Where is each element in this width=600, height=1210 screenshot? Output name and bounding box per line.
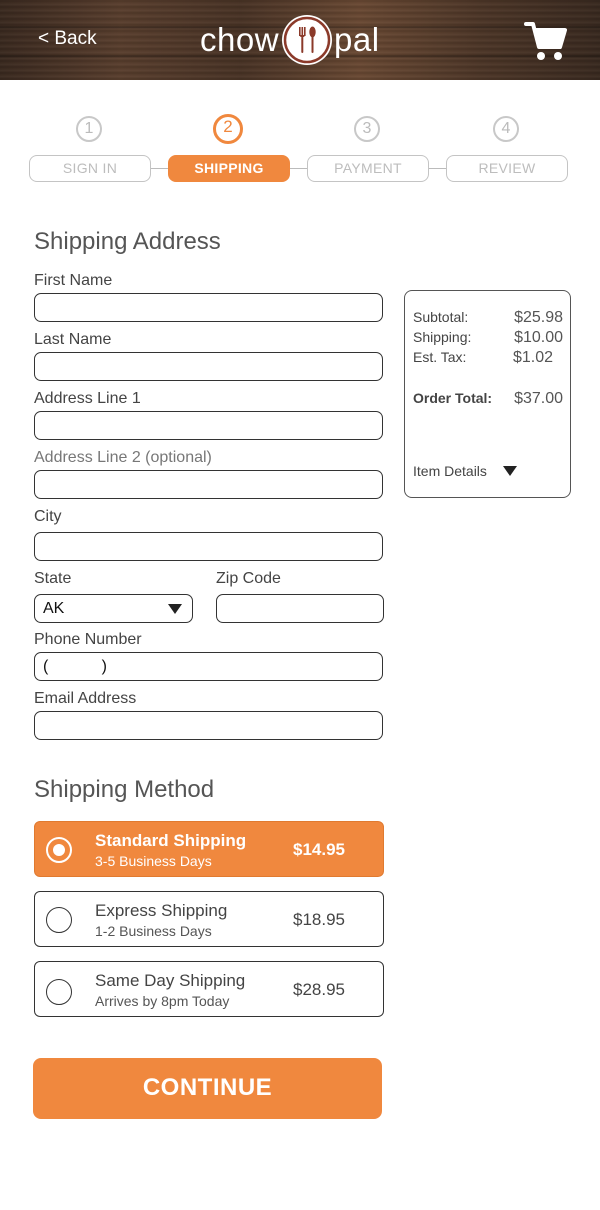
tax-label: Est. Tax: xyxy=(413,349,467,365)
phone-number-input[interactable]: ( ) xyxy=(34,652,383,681)
step-number: 1 xyxy=(76,116,102,142)
state-select[interactable]: AK xyxy=(34,594,193,623)
shipping-option-same-day[interactable]: Same Day Shipping Arrives by 8pm Today $… xyxy=(34,961,384,1017)
city-label: City xyxy=(34,508,62,525)
option-name: Same Day Shipping xyxy=(95,971,246,990)
option-name: Standard Shipping xyxy=(95,831,247,850)
step-label: SHIPPING xyxy=(168,155,290,182)
step-sign-in[interactable]: 1 SIGN IN xyxy=(29,114,151,186)
subtotal-row: Subtotal: $25.98 xyxy=(413,309,563,327)
item-details-label: Item Details xyxy=(413,463,487,479)
address-line-1-input[interactable] xyxy=(34,411,383,440)
phone-number-label: Phone Number xyxy=(34,631,142,648)
logo-text-right: pal xyxy=(334,21,380,58)
email-address-input[interactable] xyxy=(34,711,383,740)
step-connector xyxy=(290,168,307,169)
logo: chow pal xyxy=(200,12,390,68)
shipping-option-express[interactable]: Express Shipping 1-2 Business Days $18.9… xyxy=(34,891,384,947)
order-total-value: $37.00 xyxy=(514,390,563,407)
step-number: 4 xyxy=(493,116,519,142)
email-address-label: Email Address xyxy=(34,690,137,707)
shipping-method-title: Shipping Method xyxy=(34,776,215,803)
state-value: AK xyxy=(43,600,65,617)
tax-row: Est. Tax: $1.02 xyxy=(413,349,563,367)
option-description: Arrives by 8pm Today xyxy=(95,993,230,1009)
option-price: $28.95 xyxy=(293,980,345,999)
order-summary: Subtotal: $25.98 Shipping: $10.00 Est. T… xyxy=(404,290,571,498)
radio-selected-dot xyxy=(53,844,65,856)
item-details-toggle[interactable]: Item Details xyxy=(413,463,563,479)
back-label: < Back xyxy=(38,28,97,49)
fork-spoon-icon xyxy=(282,15,333,65)
checkout-stepper: 1 SIGN IN 2 SHIPPING 3 PAYMENT 4 REVIEW xyxy=(28,114,570,186)
address-line-1-label: Address Line 1 xyxy=(34,390,141,407)
order-total-label: Order Total: xyxy=(413,390,493,406)
subtotal-value: $25.98 xyxy=(514,309,563,326)
chevron-down-icon xyxy=(168,604,182,614)
step-number: 2 xyxy=(213,114,243,144)
tax-value: $1.02 xyxy=(512,349,553,366)
last-name-input[interactable] xyxy=(34,352,383,381)
option-price: $18.95 xyxy=(293,910,345,929)
first-name-input[interactable] xyxy=(34,293,383,322)
step-label: SIGN IN xyxy=(29,155,151,182)
step-payment[interactable]: 3 PAYMENT xyxy=(307,114,429,186)
step-label: REVIEW xyxy=(446,155,568,182)
app-header: < Back chow pal xyxy=(0,0,600,80)
zip-code-input[interactable] xyxy=(216,594,384,623)
zip-code-label: Zip Code xyxy=(216,570,281,587)
cart-icon[interactable] xyxy=(524,20,568,62)
option-price: $14.95 xyxy=(293,840,345,859)
address-line-2-label: Address Line 2 (optional) xyxy=(34,449,212,466)
city-input[interactable] xyxy=(34,532,383,561)
subtotal-label: Subtotal: xyxy=(413,309,469,325)
state-label: State xyxy=(34,570,72,587)
shipping-option-standard[interactable]: Standard Shipping 3-5 Business Days $14.… xyxy=(34,821,384,877)
shipping-cost-value: $10.00 xyxy=(514,329,563,346)
step-number: 3 xyxy=(354,116,380,142)
shipping-cost-label: Shipping: xyxy=(413,329,472,345)
step-label: PAYMENT xyxy=(307,155,429,182)
step-review[interactable]: 4 REVIEW xyxy=(446,114,568,186)
shipping-row: Shipping: $10.00 xyxy=(413,329,563,347)
shipping-address-title: Shipping Address xyxy=(34,228,221,255)
back-button[interactable]: < Back xyxy=(38,28,97,50)
last-name-label: Last Name xyxy=(34,331,112,348)
continue-button[interactable]: CONTINUE xyxy=(33,1058,382,1119)
order-total-row: Order Total: $37.00 xyxy=(413,390,563,408)
option-name: Express Shipping xyxy=(95,901,228,920)
address-line-2-input[interactable] xyxy=(34,470,383,499)
chevron-down-icon xyxy=(502,466,517,476)
radio-button[interactable] xyxy=(46,837,72,863)
step-connector xyxy=(429,168,446,169)
option-description: 1-2 Business Days xyxy=(95,923,212,939)
logo-text-left: chow xyxy=(200,21,280,58)
option-description: 3-5 Business Days xyxy=(95,853,212,869)
step-connector xyxy=(150,168,168,169)
first-name-label: First Name xyxy=(34,272,113,289)
radio-button[interactable] xyxy=(46,979,72,1005)
step-shipping[interactable]: 2 SHIPPING xyxy=(168,114,290,186)
radio-button[interactable] xyxy=(46,907,72,933)
